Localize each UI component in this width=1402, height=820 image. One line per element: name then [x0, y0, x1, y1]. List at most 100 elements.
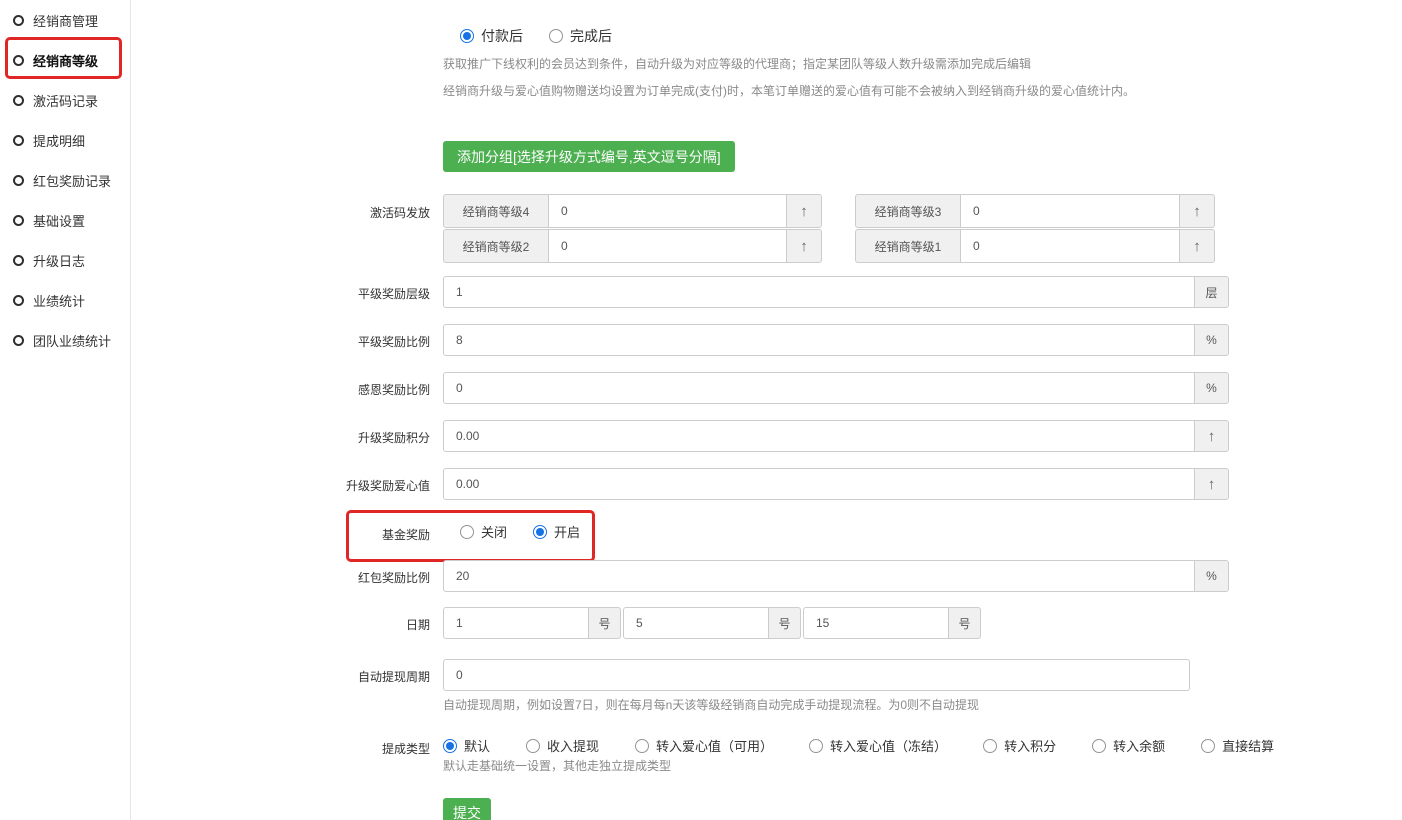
radio-icon [635, 739, 649, 753]
radio-after-payment[interactable]: 付款后 [460, 26, 523, 46]
radio-icon [1092, 739, 1106, 753]
up-arrow-icon: ↑ [1194, 468, 1229, 500]
percent-suffix: % [1194, 560, 1229, 592]
radio-to-love-available[interactable]: 转入爱心值（可用） [635, 736, 773, 755]
radio-to-balance[interactable]: 转入余额 [1092, 736, 1165, 755]
radio-label: 转入余额 [1113, 736, 1165, 755]
radio-label: 默认 [464, 736, 490, 755]
percent-suffix: % [1194, 324, 1229, 356]
up-arrow-icon: ↑ [786, 229, 822, 263]
auto-withdraw-input[interactable] [443, 659, 1190, 691]
date-group-2: 号 [623, 607, 801, 639]
radio-icon [809, 739, 823, 753]
level3-prefix: 经销商等级3 [855, 194, 961, 228]
activation-group-level4: 经销商等级4 ↑ [443, 194, 822, 228]
level3-input[interactable] [960, 194, 1180, 228]
radio-to-love-frozen[interactable]: 转入爱心值（冻结） [809, 736, 947, 755]
radio-icon [983, 739, 997, 753]
upgrade-love-input[interactable] [443, 468, 1195, 500]
sidebar-item-performance-stats[interactable]: 业绩统计 [0, 280, 130, 320]
radio-label: 开启 [554, 522, 580, 541]
radio-label: 转入积分 [1004, 736, 1056, 755]
upgrade-love-field: ↑ [443, 468, 1229, 500]
radio-default[interactable]: 默认 [443, 736, 490, 755]
level1-input[interactable] [960, 229, 1180, 263]
radio-icon [443, 739, 457, 753]
day-suffix: 号 [948, 607, 981, 639]
sidebar-item-redpacket-reward-records[interactable]: 红包奖励记录 [0, 160, 130, 200]
radio-fund-off[interactable]: 关闭 [460, 522, 507, 541]
fund-reward-radio-group: 关闭 开启 [460, 522, 580, 541]
circle-icon [13, 255, 24, 266]
gratitude-ratio-field: % [443, 372, 1229, 404]
auto-withdraw-label: 自动提现周期 [330, 668, 430, 685]
date-group-3: 号 [803, 607, 981, 639]
level2-prefix: 经销商等级2 [443, 229, 549, 263]
redpacket-ratio-field: % [443, 560, 1229, 592]
sidebar-item-commission-details[interactable]: 提成明细 [0, 120, 130, 160]
level-ratio-label: 平级奖励比例 [330, 333, 430, 350]
day-suffix: 号 [768, 607, 801, 639]
upgrade-points-field: ↑ [443, 420, 1229, 452]
circle-icon [13, 55, 24, 66]
gratitude-ratio-input[interactable] [443, 372, 1195, 404]
submit-button[interactable]: 提交 [443, 798, 491, 820]
radio-after-completion[interactable]: 完成后 [549, 26, 612, 46]
activation-group-level1: 经销商等级1 ↑ [855, 229, 1215, 263]
radio-to-points[interactable]: 转入积分 [983, 736, 1056, 755]
date-input-1[interactable] [443, 607, 589, 639]
upgrade-mode-radio-group: 付款后 完成后 [460, 26, 612, 46]
add-group-button[interactable]: 添加分组[选择升级方式编号,英文逗号分隔] [443, 141, 735, 172]
radio-label: 付款后 [481, 26, 523, 46]
sidebar-item-team-performance-stats[interactable]: 团队业绩统计 [0, 320, 130, 360]
radio-income-withdraw[interactable]: 收入提现 [526, 736, 599, 755]
sidebar-item-basic-settings[interactable]: 基础设置 [0, 200, 130, 240]
percent-suffix: % [1194, 372, 1229, 404]
activation-group-level3: 经销商等级3 ↑ [855, 194, 1215, 228]
radio-icon [526, 739, 540, 753]
sidebar-item-dealer-level[interactable]: 经销商等级 [0, 40, 130, 80]
date-input-2[interactable] [623, 607, 769, 639]
upgrade-points-label: 升级奖励积分 [330, 429, 430, 446]
up-arrow-icon: ↑ [786, 194, 822, 228]
level-ratio-field: % [443, 324, 1229, 356]
date-input-3[interactable] [803, 607, 949, 639]
level4-prefix: 经销商等级4 [443, 194, 549, 228]
auto-withdraw-hint: 自动提现周期，例如设置7日，则在每月每n天该等级经销商自动完成手动提现流程。为0… [443, 696, 979, 713]
level2-input[interactable] [548, 229, 787, 263]
level-layer-label: 平级奖励层级 [330, 285, 430, 302]
up-arrow-icon: ↑ [1179, 194, 1215, 228]
radio-label: 直接结算 [1222, 736, 1274, 755]
radio-label: 转入爱心值（可用） [656, 736, 773, 755]
commission-type-label: 提成类型 [330, 740, 430, 757]
radio-icon [460, 29, 474, 43]
activation-group-level2: 经销商等级2 ↑ [443, 229, 822, 263]
radio-icon [460, 525, 474, 539]
circle-icon [13, 335, 24, 346]
up-arrow-icon: ↑ [1179, 229, 1215, 263]
dates-field: 号 号 号 [443, 607, 981, 639]
upgrade-points-input[interactable] [443, 420, 1195, 452]
radio-direct-settle[interactable]: 直接结算 [1201, 736, 1274, 755]
commission-type-radio-group: 默认 收入提现 转入爱心值（可用） 转入爱心值（冻结） 转入积分 转入余额 直接… [443, 736, 1274, 755]
level-ratio-input[interactable] [443, 324, 1195, 356]
redpacket-ratio-input[interactable] [443, 560, 1195, 592]
day-suffix: 号 [588, 607, 621, 639]
radio-fund-on[interactable]: 开启 [533, 522, 580, 541]
radio-label: 收入提现 [547, 736, 599, 755]
upgrade-love-label: 升级奖励爱心值 [330, 477, 430, 494]
radio-icon [533, 525, 547, 539]
radio-icon [1201, 739, 1215, 753]
level4-input[interactable] [548, 194, 787, 228]
sidebar-item-dealer-management[interactable]: 经销商管理 [0, 0, 130, 40]
up-arrow-icon: ↑ [1194, 420, 1229, 452]
dates-label: 日期 [330, 616, 430, 633]
sidebar-item-upgrade-log[interactable]: 升级日志 [0, 240, 130, 280]
sidebar: 经销商管理 经销商等级 激活码记录 提成明细 红包奖励记录 基础设置 升级日志 [0, 0, 131, 820]
gratitude-ratio-label: 感恩奖励比例 [330, 381, 430, 398]
auto-withdraw-field [443, 659, 1190, 691]
sidebar-item-activation-code-records[interactable]: 激活码记录 [0, 80, 130, 120]
level-layer-input[interactable] [443, 276, 1195, 308]
circle-icon [13, 95, 24, 106]
dealer-level-settings-page: 经销商管理 经销商等级 激活码记录 提成明细 红包奖励记录 基础设置 升级日志 [0, 0, 1402, 820]
